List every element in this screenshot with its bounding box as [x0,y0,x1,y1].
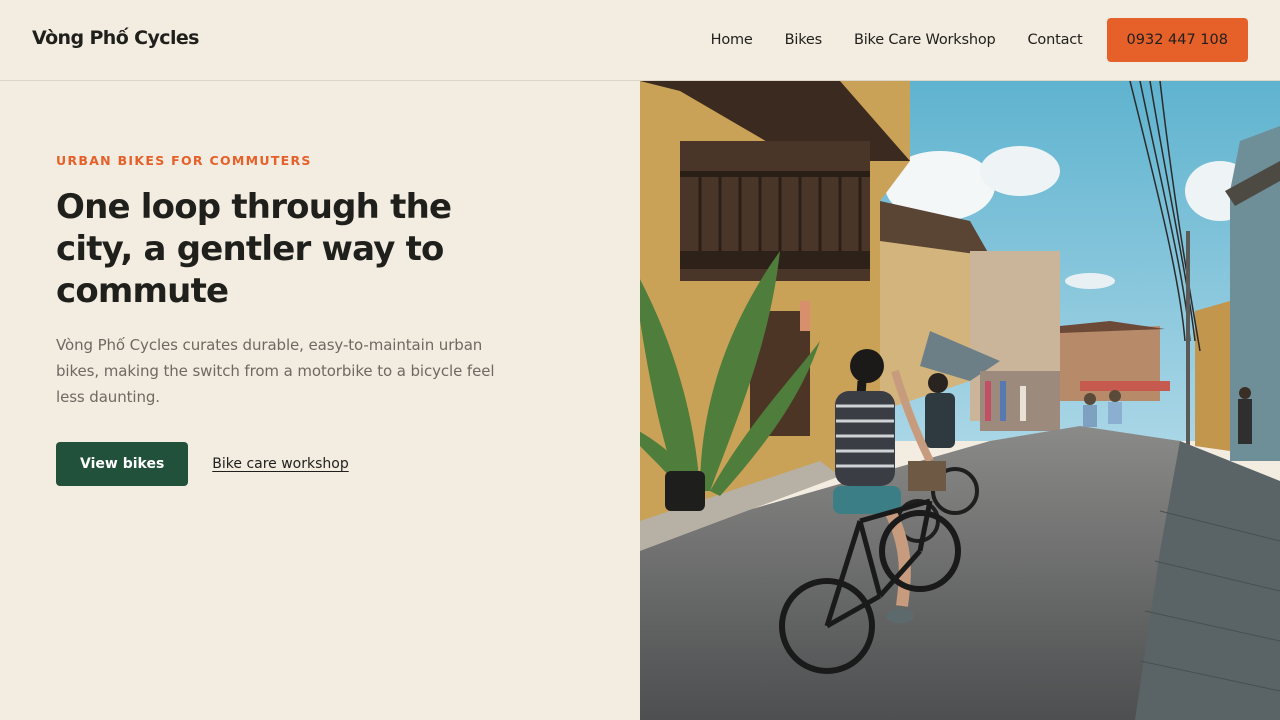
phone-call-button[interactable]: 0932 447 108 [1106,18,1248,62]
hero-cta-row: View bikes Bike care workshop [56,442,349,486]
hero-eyebrow: URBAN BIKES FOR COMMUTERS [56,153,312,168]
brand-logo[interactable]: Vòng Phố Cycles [32,27,199,49]
main-nav: Home Bikes Bike Care Workshop Contact 09… [711,18,1248,62]
nav-home-link[interactable]: Home [711,32,753,48]
site-header: Vòng Phố Cycles Home Bikes Bike Care Wor… [0,0,1280,81]
nav-bikes-link[interactable]: Bikes [785,32,823,48]
nav-workshop-link[interactable]: Bike Care Workshop [854,32,996,48]
hero-headline: One loop through the city, a gentler way… [56,187,452,311]
hero-description: Vòng Phố Cycles curates durable, easy-to… [56,336,495,406]
nav-contact-link[interactable]: Contact [1028,32,1083,48]
bike-care-workshop-link[interactable]: Bike care workshop [212,456,348,472]
view-bikes-button[interactable]: View bikes [56,442,189,486]
street-cyclists-illustration [640,81,1280,720]
hero-street-photo [640,81,1280,720]
